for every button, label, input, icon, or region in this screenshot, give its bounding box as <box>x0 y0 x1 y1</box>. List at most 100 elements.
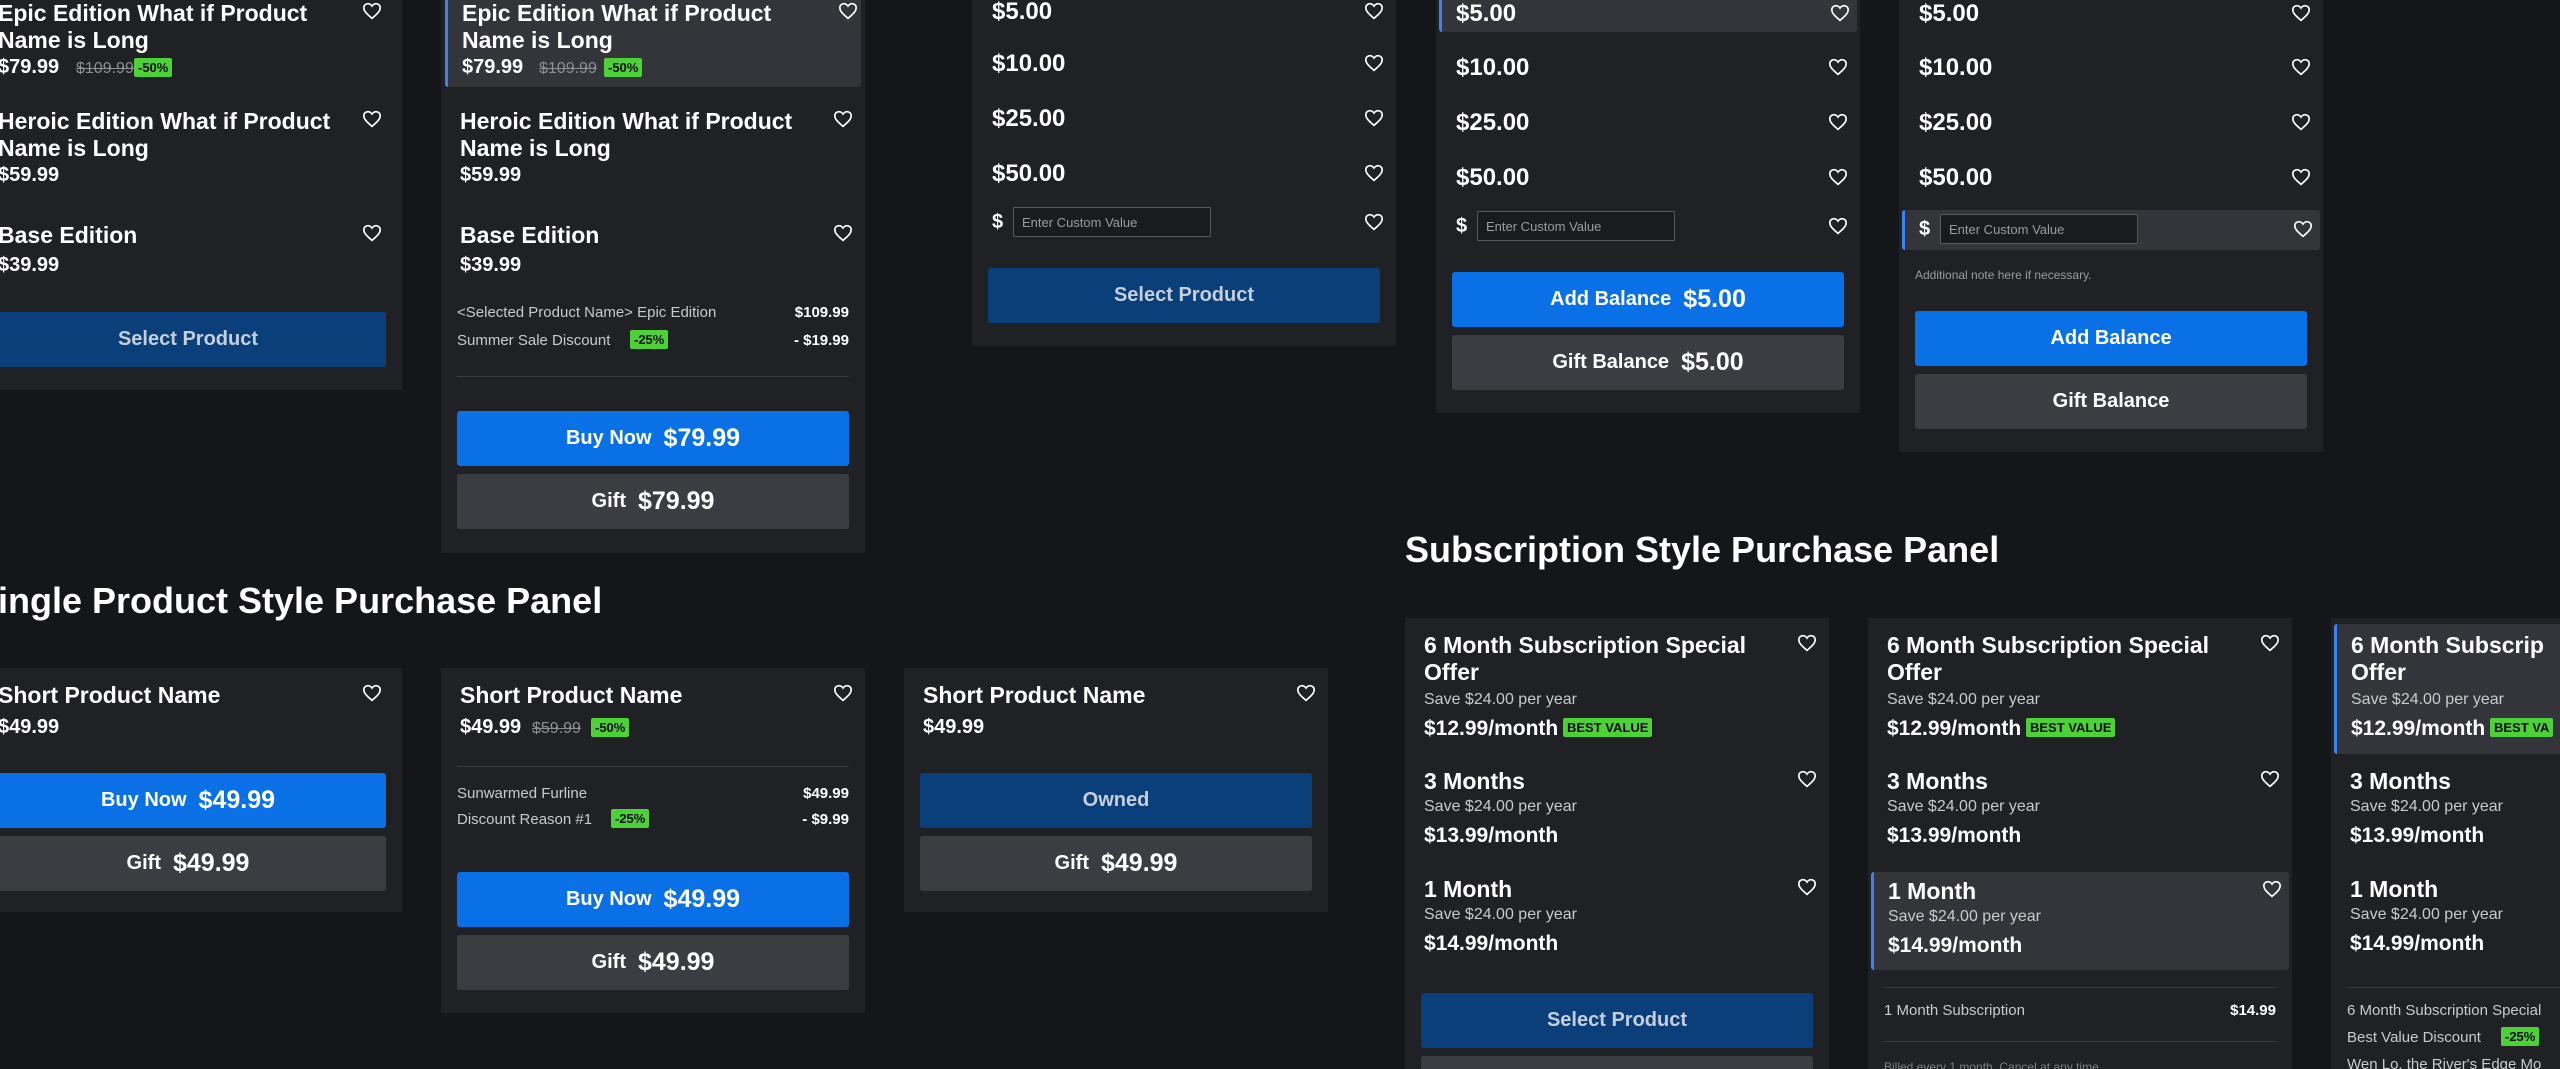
edition-option-base[interactable]: Base Edition $39.99 <box>441 210 865 280</box>
subscription-option-1-month[interactable]: 1 Month Save $24.00 per year $14.99/mont… <box>2331 868 2560 968</box>
heart-icon[interactable] <box>1364 109 1384 127</box>
product-name: Short Product Name <box>923 682 1146 708</box>
gift-button[interactable]: Gift $49.99 <box>457 935 849 990</box>
subscription-price: $13.99/month <box>2350 824 2485 847</box>
buy-now-button[interactable]: Buy Now $49.99 <box>457 872 849 927</box>
balance-option[interactable]: $50.00 <box>1436 156 1860 206</box>
subscription-option-1-month[interactable]: 1 Month Save $24.00 per year $14.99/mont… <box>1405 868 1829 968</box>
balance-amount: $50.00 <box>992 160 1066 187</box>
heart-icon[interactable] <box>1797 878 1817 896</box>
subscription-savings: Save $24.00 per year <box>1887 691 2040 708</box>
balance-option[interactable]: $25.00 <box>1899 101 2323 151</box>
custom-value-input[interactable]: Enter Custom Value <box>1013 207 1211 237</box>
heart-icon[interactable] <box>833 110 853 128</box>
balance-option-selected[interactable]: $5.00 <box>1439 0 1857 32</box>
heart-icon[interactable] <box>362 684 382 702</box>
heart-icon[interactable] <box>362 224 382 242</box>
subscription-option-3-months[interactable]: 3 Months Save $24.00 per year $13.99/mon… <box>1405 758 1829 858</box>
gift-button[interactable]: Gift $49.99 <box>920 836 1312 891</box>
subscription-option-1-month-selected[interactable]: 1 Month Save $24.00 per year $14.99/mont… <box>1871 872 2289 970</box>
heart-icon[interactable] <box>2293 220 2313 238</box>
divider <box>457 376 849 377</box>
billing-note: Billed every 1 month. Cancel at any time… <box>1884 1060 2103 1069</box>
edition-option-epic[interactable]: Epic Edition What if Product Name is Lon… <box>0 0 402 90</box>
discount-badge: -50% <box>591 718 630 737</box>
subscription-option-6-month-selected[interactable]: 6 Month Subscrip Offer Save $24.00 per y… <box>2334 624 2560 754</box>
heart-icon[interactable] <box>2291 168 2311 186</box>
balance-option[interactable]: $10.00 <box>1899 46 2323 96</box>
heart-icon[interactable] <box>2260 634 2280 652</box>
heart-icon[interactable] <box>1364 54 1384 72</box>
custom-value-row: $ Enter Custom Value <box>972 203 1396 243</box>
balance-option[interactable]: $25.00 <box>1436 101 1860 151</box>
add-balance-button[interactable]: Add Balance $5.00 <box>1452 272 1844 327</box>
balance-amount: $25.00 <box>1456 109 1530 136</box>
gift-button[interactable]: Gift $49.99 <box>0 836 386 891</box>
custom-value-input[interactable]: Enter Custom Value <box>1477 211 1675 241</box>
edition-option-heroic[interactable]: Heroic Edition What if Product Name is L… <box>0 98 402 198</box>
subscription-name: 1 Month <box>1424 876 1513 902</box>
buy-now-button[interactable]: Buy Now $79.99 <box>457 411 849 466</box>
heart-icon[interactable] <box>833 684 853 702</box>
heart-icon[interactable] <box>2291 113 2311 131</box>
subscription-name: 6 Month Subscription Special Offer <box>1424 632 1747 685</box>
product-name: Short Product Name <box>0 682 221 708</box>
edition-name: Heroic Edition What if Product Name is L… <box>0 108 331 161</box>
edition-name: Epic Edition What if Product Name is Lon… <box>0 0 308 53</box>
edition-option-heroic[interactable]: Heroic Edition What if Product Name is L… <box>441 98 865 198</box>
heart-icon[interactable] <box>2260 770 2280 788</box>
heart-icon[interactable] <box>1828 58 1848 76</box>
heart-icon[interactable] <box>362 2 382 20</box>
heart-icon[interactable] <box>1828 217 1848 235</box>
divider <box>2347 987 2560 988</box>
select-product-button[interactable]: Select Product <box>988 268 1380 323</box>
heart-icon[interactable] <box>2262 880 2282 898</box>
heart-icon[interactable] <box>1797 634 1817 652</box>
subscription-savings: Save $24.00 per year <box>2350 798 2503 815</box>
edition-price: $59.99 <box>0 164 60 186</box>
heart-icon[interactable] <box>1828 113 1848 131</box>
subscription-price: $14.99/month <box>2350 932 2485 955</box>
balance-option[interactable]: $10.00 <box>972 42 1396 92</box>
heart-icon[interactable] <box>1364 213 1384 231</box>
subscription-option-6-month[interactable]: 6 Month Subscription Special Offer Save … <box>1405 618 1829 748</box>
heart-icon[interactable] <box>1828 168 1848 186</box>
heart-icon[interactable] <box>1830 4 1850 22</box>
heart-icon[interactable] <box>1296 684 1316 702</box>
heart-icon[interactable] <box>833 224 853 242</box>
edition-option-base[interactable]: Base Edition $39.99 <box>0 210 402 280</box>
balance-option[interactable]: $25.00 <box>972 97 1396 147</box>
heart-icon[interactable] <box>2291 4 2311 22</box>
heart-icon[interactable] <box>838 2 858 20</box>
balance-option[interactable]: $5.00 <box>1899 0 2323 32</box>
edition-option-epic-selected[interactable]: Epic Edition What if Product Name is Lon… <box>445 0 861 87</box>
gift-button[interactable]: Gift $79.99 <box>457 474 849 529</box>
subscription-savings: Save $24.00 per year <box>1424 906 1577 923</box>
gift-balance-button[interactable]: Gift Balance <box>1915 374 2307 429</box>
subscription-name: 3 Months <box>2350 768 2451 794</box>
subscription-price: $12.99/month <box>2351 717 2486 740</box>
add-balance-button[interactable]: Add Balance <box>1915 311 2307 366</box>
subscription-option-6-month[interactable]: 6 Month Subscription Special Offer Save … <box>1868 618 2292 748</box>
heart-icon[interactable] <box>2291 58 2311 76</box>
heart-icon[interactable] <box>362 110 382 128</box>
secondary-button-cropped[interactable] <box>1421 1056 1813 1069</box>
buy-now-button[interactable]: Buy Now $49.99 <box>0 773 386 828</box>
custom-value-input[interactable]: Enter Custom Value <box>1940 214 2138 244</box>
balance-option[interactable]: $10.00 <box>1436 46 1860 96</box>
gift-balance-button[interactable]: Gift Balance $5.00 <box>1452 335 1844 390</box>
subscription-price: $13.99/month <box>1424 824 1559 847</box>
subscription-option-3-months[interactable]: 3 Months Save $24.00 per year $13.99/mon… <box>1868 758 2292 858</box>
subscription-option-3-months[interactable]: 3 Months Save $24.00 per year $13.99/mon… <box>2331 758 2560 858</box>
subscription-price: $14.99/month <box>1424 932 1559 955</box>
balance-option[interactable]: $5.00 <box>972 0 1396 30</box>
heart-icon[interactable] <box>1364 164 1384 182</box>
balance-option[interactable]: $50.00 <box>1899 156 2323 206</box>
owned-button: Owned <box>920 773 1312 828</box>
balance-amount: $50.00 <box>1456 164 1530 191</box>
balance-option[interactable]: $50.00 <box>972 152 1396 202</box>
heart-icon[interactable] <box>1797 770 1817 788</box>
select-product-button[interactable]: Select Product <box>0 312 386 367</box>
select-product-button[interactable]: Select Product <box>1421 993 1813 1048</box>
heart-icon[interactable] <box>1364 2 1384 20</box>
